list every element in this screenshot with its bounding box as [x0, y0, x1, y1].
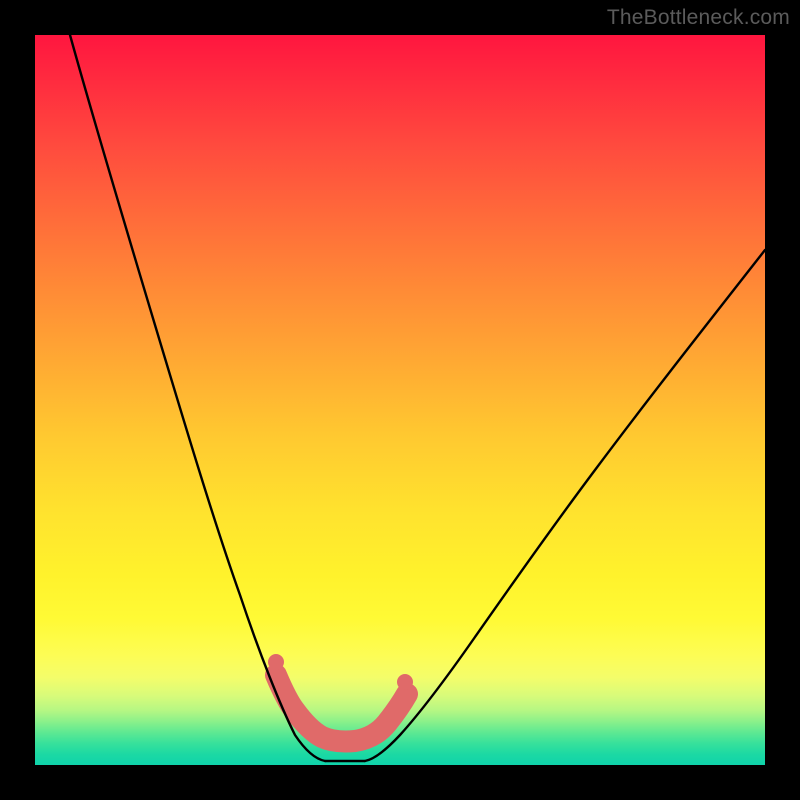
watermark-text: TheBottleneck.com [607, 6, 790, 30]
salmon-dot-left [268, 654, 284, 670]
chart-frame: TheBottleneck.com [0, 0, 800, 800]
left-curve [70, 35, 325, 761]
plot-area [35, 35, 765, 765]
curves-svg [35, 35, 765, 765]
salmon-bump [276, 675, 407, 742]
salmon-dot-right [397, 674, 413, 690]
right-curve [365, 250, 765, 761]
